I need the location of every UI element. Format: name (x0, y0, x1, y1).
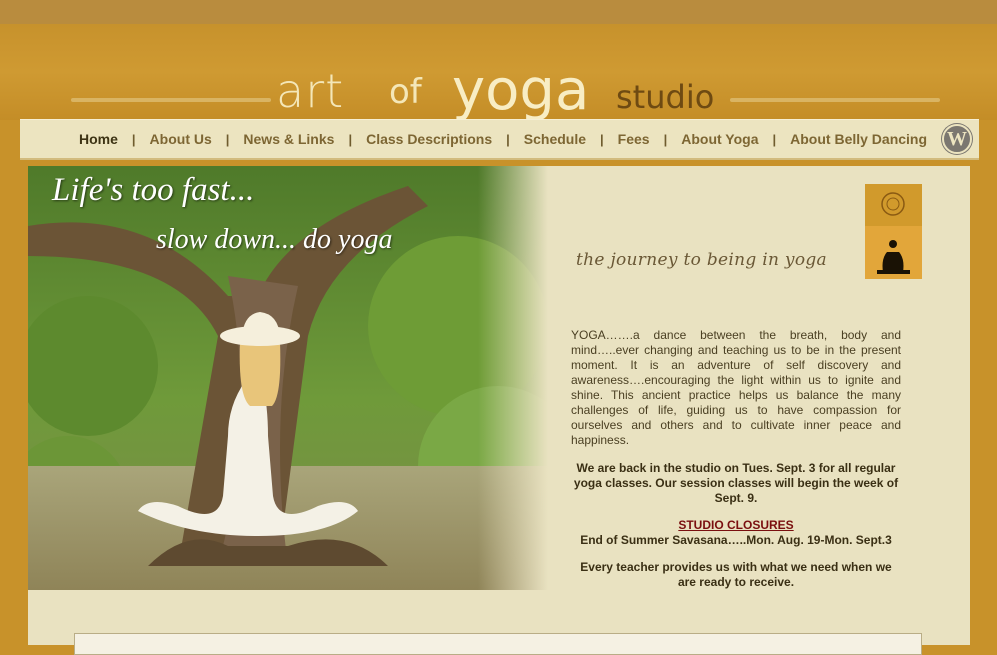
logo-art: art (276, 64, 345, 118)
nav-about-us[interactable]: About Us (150, 131, 212, 147)
main-content: Life's too fast... slow down... do yoga … (28, 166, 970, 655)
nav-home[interactable]: Home (79, 131, 118, 147)
nav-about-belly-dancing[interactable]: About Belly Dancing (790, 131, 927, 147)
nav-separator: | (772, 131, 777, 147)
tagline: the journey to being in yoga (576, 250, 827, 270)
main-nav: Home | About Us | News & Links | Class D… (20, 119, 979, 160)
nav-separator: | (600, 131, 604, 147)
schedule-notice: We are back in the studio on Tues. Sept.… (573, 461, 899, 505)
studio-closures-link[interactable]: STUDIO CLOSURES (571, 518, 901, 533)
nav-news-links[interactable]: News & Links (243, 131, 334, 147)
site-header: art of yoga studio (0, 24, 997, 123)
nav-separator: | (663, 131, 668, 147)
header-rule-left (71, 98, 271, 102)
logo-studio: studio (616, 78, 715, 116)
nav-separator: | (506, 131, 510, 147)
nav-links: Home | About Us | News & Links | Class D… (20, 120, 927, 158)
closures-item: End of Summer Savasana…..Mon. Aug. 19-Mo… (580, 533, 892, 547)
top-band (0, 0, 997, 24)
hero-quote-line2: slow down... do yoga (156, 224, 393, 255)
buddha-image (865, 184, 922, 279)
nav-fees[interactable]: Fees (618, 131, 650, 147)
hero-quote-line1: Life's too fast... (52, 172, 255, 208)
hero-photo: Life's too fast... slow down... do yoga (28, 166, 548, 590)
nav-class-descriptions[interactable]: Class Descriptions (366, 131, 492, 147)
nav-separator: | (131, 131, 136, 147)
header-rule-right (730, 98, 940, 102)
logo-of: of (389, 72, 422, 112)
photo-fade (478, 166, 548, 590)
wordpress-icon[interactable]: W (942, 124, 972, 154)
teacher-quote: Every teacher provides us with what we n… (580, 560, 892, 589)
logo-yoga: yoga (452, 58, 590, 123)
nav-separator: | (348, 131, 353, 147)
nav-separator: | (225, 131, 230, 147)
bottom-content-box (74, 633, 922, 655)
nav-schedule[interactable]: Schedule (524, 131, 586, 147)
about-yoga-text: YOGA…….a dance between the breath, body … (571, 328, 901, 447)
nav-about-yoga[interactable]: About Yoga (681, 131, 758, 147)
